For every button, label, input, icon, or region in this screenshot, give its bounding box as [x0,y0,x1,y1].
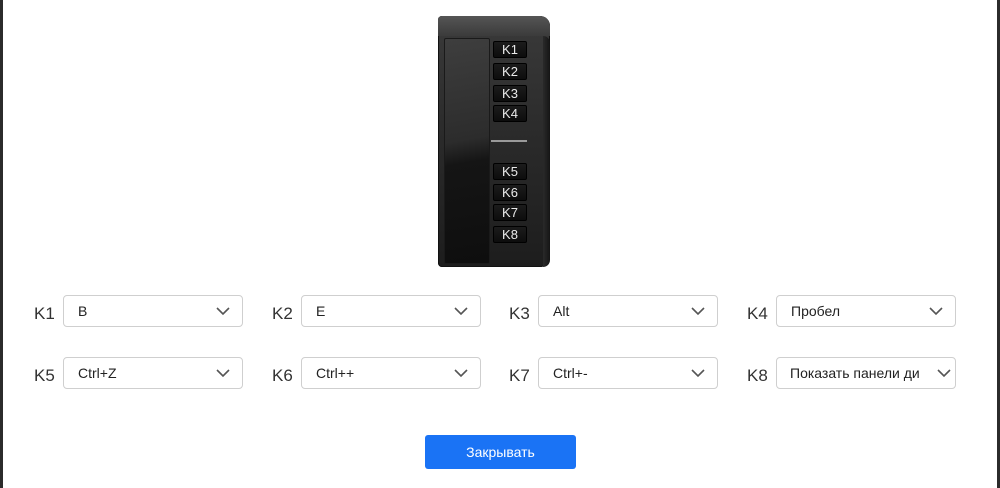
tablet-key-k7: K7 [493,204,527,221]
key-k3-value: Alt [553,303,570,319]
tablet-key-k8: K8 [493,226,527,243]
tablet-key-k5: K5 [493,163,527,180]
chevron-down-icon [216,369,230,378]
key-label-k5: K5 [34,366,55,385]
tablet-key-k3: K3 [493,85,527,102]
key-k3-select[interactable]: Alt [538,295,718,327]
tablet-key-k1: K1 [493,41,527,58]
chevron-down-icon [216,307,230,316]
key-label-k2: K2 [272,304,293,323]
close-button[interactable]: Закрывать [425,435,576,469]
key-k4-select[interactable]: Пробел [776,295,956,327]
chevron-down-icon [691,369,705,378]
key-k2-select[interactable]: E [301,295,481,327]
express-keys-dialog: K1 K2 K3 K4 K5 K6 K7 K8 K1 B K2 E K3 Alt… [3,0,997,488]
key-k7-value: Ctrl+- [553,365,588,381]
tablet-edge [543,36,550,267]
key-k2-value: E [316,303,326,319]
key-k1-select[interactable]: B [63,295,243,327]
key-k8-value: Показать панели ди [790,365,920,381]
key-label-k6: K6 [272,366,293,385]
chevron-down-icon [937,369,951,378]
tablet-divider [491,140,527,142]
key-k5-select[interactable]: Ctrl+Z [63,357,243,389]
key-k7-select[interactable]: Ctrl+- [538,357,718,389]
key-k5-value: Ctrl+Z [78,365,117,381]
tablet-illustration: K1 K2 K3 K4 K5 K6 K7 K8 [438,16,550,267]
key-k8-select[interactable]: Показать панели ди [776,357,956,389]
key-label-k3: K3 [509,304,530,323]
key-k6-value: Ctrl++ [316,365,355,381]
key-label-k4: K4 [747,304,768,323]
key-label-k1: K1 [34,304,55,323]
chevron-down-icon [454,369,468,378]
chevron-down-icon [454,307,468,316]
tablet-key-k4: K4 [493,105,527,122]
key-label-k7: K7 [509,366,530,385]
tablet-top-band [438,16,550,36]
key-k4-value: Пробел [791,303,840,319]
key-label-k8: K8 [747,366,768,385]
key-k1-value: B [78,303,88,319]
chevron-down-icon [929,307,943,316]
key-k6-select[interactable]: Ctrl++ [301,357,481,389]
tablet-key-k6: K6 [493,184,527,201]
tablet-panel [444,38,490,264]
chevron-down-icon [691,307,705,316]
tablet-key-k2: K2 [493,63,527,80]
